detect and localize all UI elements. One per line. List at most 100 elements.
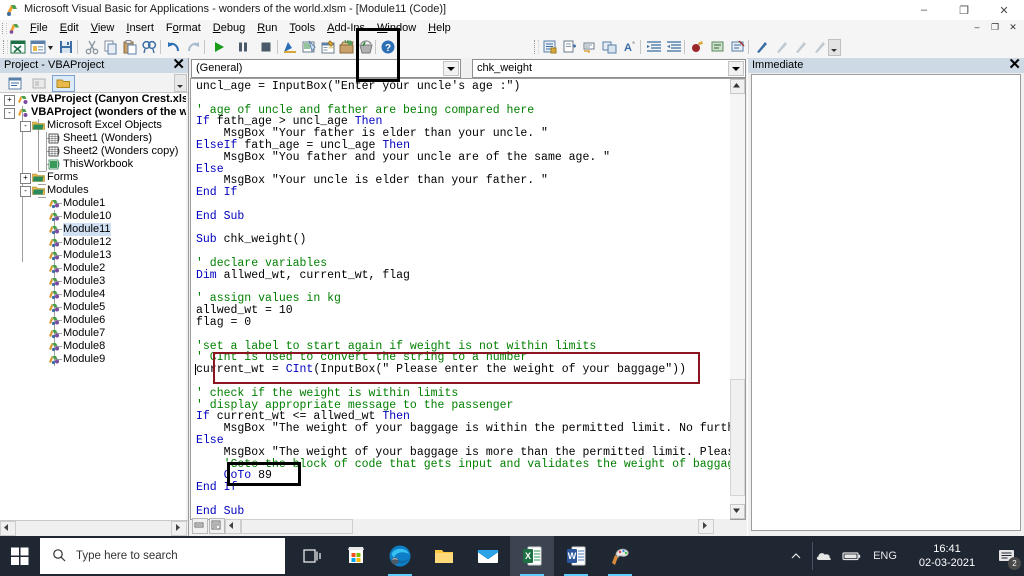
object-dropdown-chevron-down-icon[interactable] [443,61,459,76]
uncomment-block-icon[interactable] [730,39,746,55]
run-icon[interactable] [211,39,227,55]
collapse-icon[interactable]: - [20,121,31,132]
indent-icon[interactable] [646,39,662,55]
tree-item-sheet1-wonders[interactable]: Sheet1 (Wonders) [0,132,186,145]
tree-item-module11[interactable]: Module11 [0,223,186,236]
vscroll-down-arrow[interactable] [730,504,745,519]
tree-item-module10[interactable]: Module10 [0,210,186,223]
tree-item-module6[interactable]: Module6 [0,314,186,327]
reset-icon[interactable] [258,39,274,55]
toggle-breakpoint-icon[interactable] [690,39,706,55]
tree-item-module12[interactable]: Module12 [0,236,186,249]
mdi-close-button[interactable]: ✕ [1008,21,1018,34]
properties-window-icon[interactable] [320,39,336,55]
tree-item-vbaproject-canyon-crest-xlsx[interactable]: +VBAProject (Canyon Crest.xlsx) [0,93,186,106]
close-button[interactable]: ✕ [984,0,1024,20]
file-explorer-icon[interactable] [422,536,466,576]
task-view-icon[interactable] [290,536,334,576]
menu-edit[interactable]: Edit [54,21,85,35]
mdi-minimize-button[interactable]: – [972,21,982,34]
object-dropdown[interactable]: (General) [191,59,461,78]
tree-item-module2[interactable]: Module2 [0,262,186,275]
code-horizontal-scrollbar[interactable] [225,519,730,534]
procedure-dropdown-chevron-down-icon[interactable] [728,61,744,76]
project-explorer-close-icon[interactable]: ✕ [172,56,185,74]
copy-icon[interactable] [103,39,119,55]
microsoft-store-icon[interactable] [334,536,378,576]
toggle-bookmark-icon[interactable] [754,39,770,55]
list-properties-icon[interactable] [542,39,558,55]
toggle-folders-icon[interactable] [52,75,75,92]
redo-icon[interactable] [185,39,201,55]
mail-icon[interactable] [466,536,510,576]
comment-block-icon[interactable] [710,39,726,55]
menu-run[interactable]: Run [251,21,283,35]
project-explorer-hscrollbar[interactable] [0,520,188,536]
code-vertical-scrollbar[interactable] [730,78,746,520]
project-explorer-scroll-button[interactable] [174,74,187,92]
toolbar-grip-left[interactable] [3,40,8,54]
complete-word-icon[interactable]: A* [622,39,638,55]
procedure-dropdown[interactable]: chk_weight [472,59,746,78]
minimize-button[interactable]: – [904,0,944,20]
menu-bar-grip[interactable] [2,23,7,34]
expand-icon[interactable]: + [20,173,31,184]
chevron-up-icon[interactable] [782,536,810,576]
toolbar-grip-right[interactable] [534,40,539,54]
notification-icon[interactable]: 2 [990,536,1024,576]
paint-3d-icon[interactable] [598,536,642,576]
next-bookmark-icon[interactable] [774,39,790,55]
tree-item-thisworkbook[interactable]: ThisWorkbook [0,158,186,171]
immediate-window-close-icon[interactable]: ✕ [1008,56,1021,74]
cloud-icon[interactable] [810,536,838,576]
tree-item-module7[interactable]: Module7 [0,327,186,340]
tree-item-module3[interactable]: Module3 [0,275,186,288]
tree-item-forms[interactable]: +Forms [0,171,186,184]
save-icon[interactable] [58,39,74,55]
code-hscroll-right-arrow[interactable] [698,519,714,534]
start-icon[interactable] [0,536,40,576]
vscroll-thumb[interactable] [730,379,745,496]
microsoft-edge-icon[interactable] [378,536,422,576]
view-code-icon[interactable] [4,75,27,92]
list-constants-icon[interactable] [562,39,578,55]
parameter-info-icon[interactable] [602,39,618,55]
collapse-icon[interactable]: - [20,186,31,197]
view-object-icon[interactable] [30,39,46,55]
paste-icon[interactable] [122,39,138,55]
object-browser-icon[interactable] [339,39,355,55]
menu-debug[interactable]: Debug [207,21,251,35]
word-icon[interactable]: W [554,536,598,576]
maximize-button[interactable]: ❐ [944,0,984,20]
procedure-view-icon[interactable] [192,518,208,534]
menu-help[interactable]: Help [422,21,457,35]
tree-item-microsoft-excel-objects[interactable]: -Microsoft Excel Objects [0,119,186,132]
design-mode-icon[interactable] [282,39,298,55]
excel-icon[interactable]: X [510,536,554,576]
toolbar-right-overflow-button[interactable] [828,39,841,56]
language-indicator[interactable]: ENG [866,536,904,576]
vscroll-up-arrow[interactable] [730,79,745,94]
tree-item-module1[interactable]: Module1 [0,197,186,210]
tree-item-module5[interactable]: Module5 [0,301,186,314]
view-excel-icon[interactable] [10,39,26,55]
expand-icon[interactable]: + [4,95,15,106]
code-hscroll-left-arrow[interactable] [225,519,241,534]
menu-insert[interactable]: Insert [120,21,160,35]
menu-file[interactable]: File [24,21,54,35]
break-icon[interactable] [235,39,251,55]
tree-item-module13[interactable]: Module13 [0,249,186,262]
cut-icon[interactable] [84,39,100,55]
find-icon[interactable] [141,39,157,55]
clock[interactable]: 16:41 02-03-2021 [904,536,990,576]
search-input[interactable]: Type here to search [40,538,285,574]
collapse-icon[interactable]: - [4,108,15,119]
tree-item-modules[interactable]: -Modules [0,184,186,197]
tree-item-module4[interactable]: Module4 [0,288,186,301]
project-explorer-icon[interactable] [301,39,317,55]
view-object-button-icon[interactable] [28,75,51,92]
menu-format[interactable]: Format [160,21,207,35]
tree-item-vbaproject-wonders-of-the-world-x[interactable]: -VBAProject (wonders of the world.x [0,106,186,119]
tree-item-module9[interactable]: Module9 [0,353,186,366]
battery-icon[interactable] [838,536,866,576]
